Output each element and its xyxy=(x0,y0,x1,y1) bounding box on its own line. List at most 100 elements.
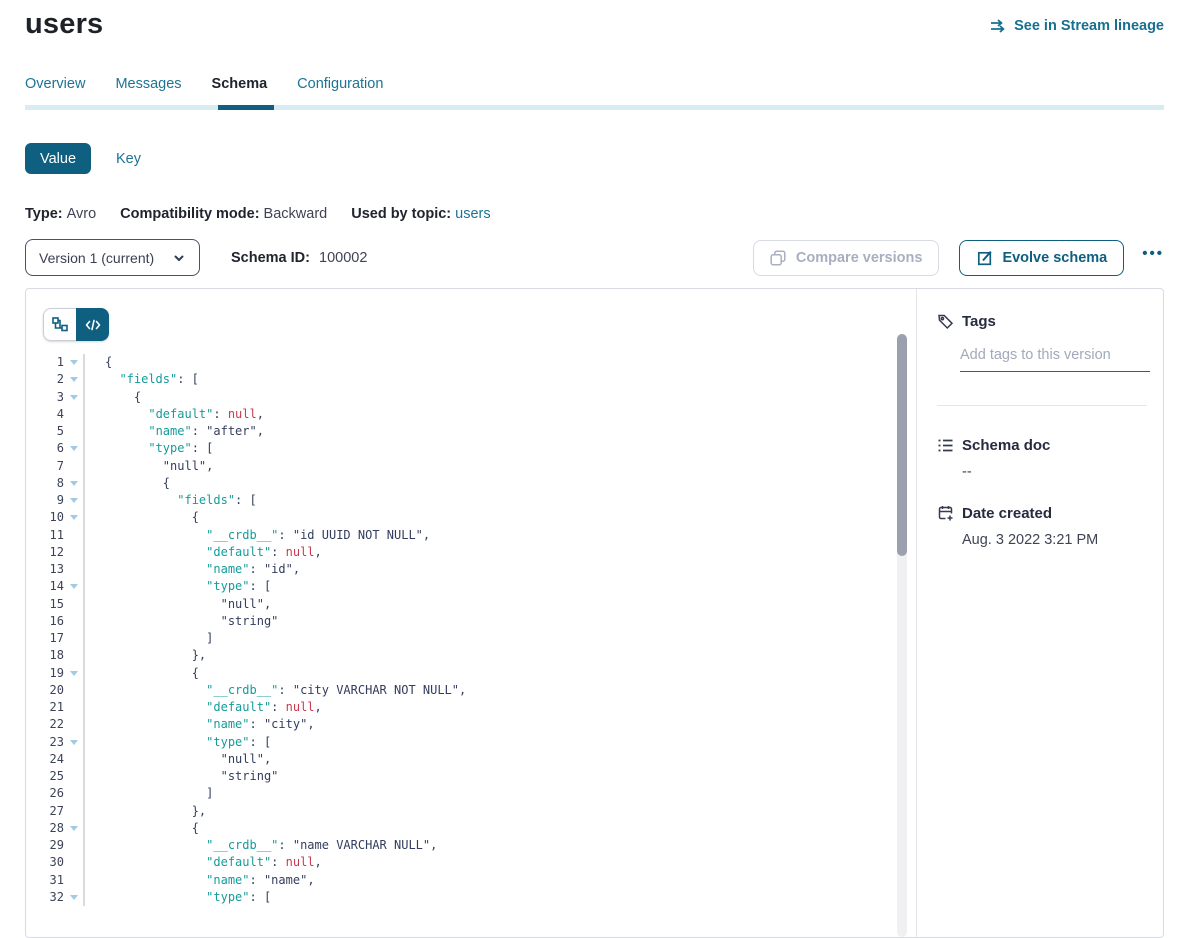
code-line: 25"string" xyxy=(26,768,916,785)
version-select[interactable]: Version 1 (current) xyxy=(25,239,200,276)
schema-doc-section: Schema doc -- xyxy=(937,437,1149,480)
tab-schema[interactable]: Schema xyxy=(212,76,268,105)
code-content: { xyxy=(85,389,141,406)
date-created-value: Aug. 3 2022 3:21 PM xyxy=(962,532,1149,548)
collapse-spacer xyxy=(64,647,85,664)
tab-configuration[interactable]: Configuration xyxy=(297,76,383,105)
code-line: 32"type": [ xyxy=(26,889,916,906)
code-line: 3{ xyxy=(26,389,916,406)
code-content: "__crdb__": "id UUID NOT NULL", xyxy=(85,527,430,544)
code-content: "null", xyxy=(85,596,271,613)
collapse-arrow-icon[interactable] xyxy=(64,665,85,682)
code-content: ] xyxy=(85,785,213,802)
collapse-arrow-icon[interactable] xyxy=(64,509,85,526)
tags-header: Tags xyxy=(937,313,1149,330)
tab-underline-track xyxy=(25,105,1164,110)
line-number: 13 xyxy=(26,561,64,578)
key-tab-link[interactable]: Key xyxy=(116,151,141,167)
topic-link[interactable]: users xyxy=(455,206,490,222)
code-line: 2"fields": [ xyxy=(26,371,916,388)
collapse-spacer xyxy=(64,699,85,716)
collapse-arrow-icon[interactable] xyxy=(64,578,85,595)
code-content: }, xyxy=(85,803,206,820)
collapse-spacer xyxy=(64,458,85,475)
collapse-spacer xyxy=(64,785,85,802)
collapse-arrow-icon[interactable] xyxy=(64,734,85,751)
tab-overview[interactable]: Overview xyxy=(25,76,85,105)
code-line: 11"__crdb__": "id UUID NOT NULL", xyxy=(26,527,916,544)
value-tab-button[interactable]: Value xyxy=(25,143,91,174)
code-content: "name": "after", xyxy=(85,423,264,440)
code-line: 4"default": null, xyxy=(26,406,916,423)
schema-sidebar: Tags Schema doc -- xyxy=(916,289,1163,937)
editor-scrollbar-thumb[interactable] xyxy=(897,334,907,556)
page-header: users See in Stream lineage xyxy=(25,0,1164,41)
calendar-plus-icon xyxy=(937,505,954,522)
active-tab-underline xyxy=(218,105,274,110)
date-created-header: Date created xyxy=(937,505,1149,522)
code-line: 16"string" xyxy=(26,613,916,630)
line-number: 14 xyxy=(26,578,64,595)
code-line: 8{ xyxy=(26,475,916,492)
line-number: 12 xyxy=(26,544,64,561)
code-content: "type": [ xyxy=(85,889,271,906)
see-in-stream-lineage-link[interactable]: See in Stream lineage xyxy=(990,17,1164,34)
evolve-schema-button[interactable]: Evolve schema xyxy=(959,240,1124,276)
line-number: 1 xyxy=(26,354,64,371)
line-number: 30 xyxy=(26,854,64,871)
schema-panel: 1{2"fields": [3{4"default": null,5"name"… xyxy=(25,288,1164,938)
code-view-button[interactable] xyxy=(76,308,109,341)
code-content: "default": null, xyxy=(85,854,322,871)
code-line: 29 "__crdb__": "name VARCHAR NULL", xyxy=(26,837,916,854)
line-number: 26 xyxy=(26,785,64,802)
code-content: "type": [ xyxy=(85,578,271,595)
code-content: "default": null, xyxy=(85,406,264,423)
code-line: 31"name": "name", xyxy=(26,872,916,889)
code-content: "__crdb__": "name VARCHAR NULL", xyxy=(85,837,437,854)
collapse-arrow-icon[interactable] xyxy=(64,475,85,492)
tree-view-button[interactable] xyxy=(43,308,76,341)
code-line: 20"__crdb__": "city VARCHAR NOT NULL", xyxy=(26,682,916,699)
code-line: 14 "type": [ xyxy=(26,578,916,595)
add-tags-input[interactable] xyxy=(960,347,1150,372)
lineage-link-label: See in Stream lineage xyxy=(1014,18,1164,34)
line-number: 29 xyxy=(26,837,64,854)
collapse-spacer xyxy=(64,682,85,699)
collapse-spacer xyxy=(64,423,85,440)
code-content: "null", xyxy=(85,458,213,475)
line-number: 2 xyxy=(26,371,64,388)
type-label: Type: xyxy=(25,206,63,222)
compare-versions-button[interactable]: Compare versions xyxy=(753,240,940,276)
editor-scrollbar-track[interactable] xyxy=(897,334,907,937)
tab-messages[interactable]: Messages xyxy=(115,76,181,105)
code-line: 7"null", xyxy=(26,458,916,475)
collapse-spacer xyxy=(64,837,85,854)
compatibility-mode: Compatibility mode: Backward xyxy=(120,206,327,222)
code-line: 10{ xyxy=(26,509,916,526)
schema-page: users See in Stream lineage Overview Mes… xyxy=(0,0,1189,938)
schema-doc-header: Schema doc xyxy=(937,437,1149,454)
version-controls-row: Version 1 (current) Schema ID: 100002 Co… xyxy=(25,239,1164,276)
tag-icon xyxy=(937,313,954,330)
collapse-arrow-icon[interactable] xyxy=(64,440,85,457)
compare-versions-label: Compare versions xyxy=(796,250,923,266)
code-content: { xyxy=(85,509,199,526)
collapse-arrow-icon[interactable] xyxy=(64,889,85,906)
collapse-arrow-icon[interactable] xyxy=(64,820,85,837)
code-content: { xyxy=(85,665,199,682)
editor-view-toggle xyxy=(43,308,109,341)
collapse-arrow-icon[interactable] xyxy=(64,492,85,509)
sidebar-divider xyxy=(937,405,1147,406)
code-content: "null", xyxy=(85,751,271,768)
collapse-arrow-icon[interactable] xyxy=(64,354,85,371)
chevron-down-icon xyxy=(170,249,187,266)
schema-doc-title: Schema doc xyxy=(962,437,1050,454)
collapse-arrow-icon[interactable] xyxy=(64,371,85,388)
collapse-arrow-icon[interactable] xyxy=(64,389,85,406)
collapse-spacer xyxy=(64,613,85,630)
line-number: 21 xyxy=(26,699,64,716)
line-number: 19 xyxy=(26,665,64,682)
code-content: "name": "city", xyxy=(85,716,315,733)
line-number: 17 xyxy=(26,630,64,647)
more-actions-button[interactable]: ••• xyxy=(1142,246,1164,269)
